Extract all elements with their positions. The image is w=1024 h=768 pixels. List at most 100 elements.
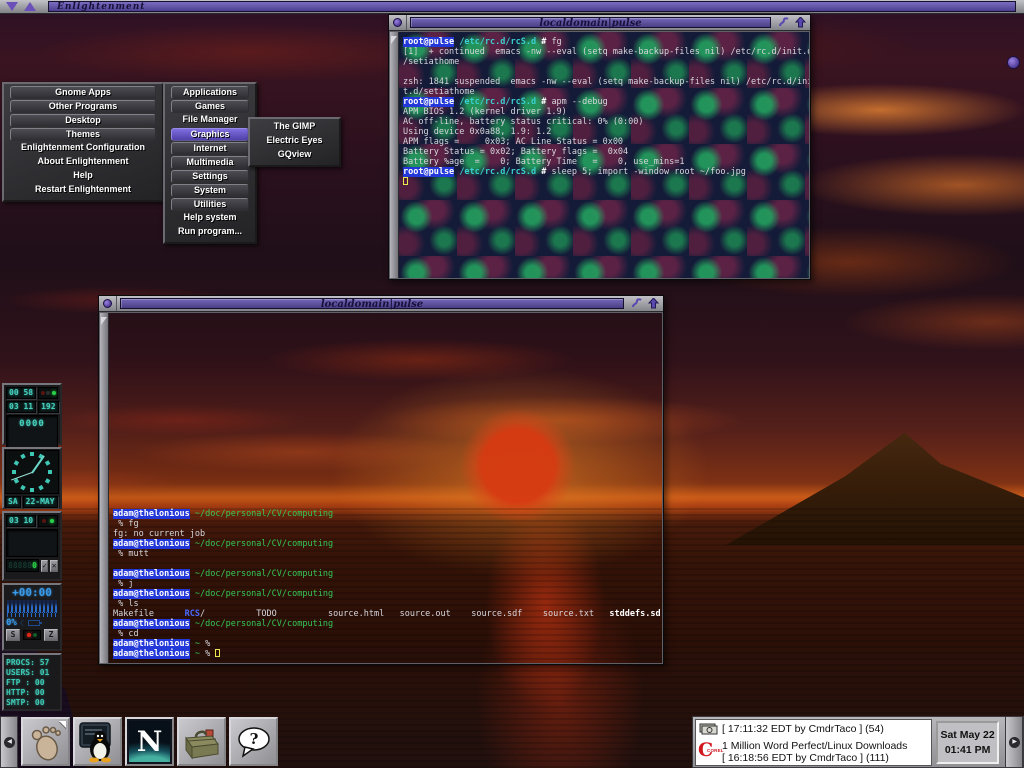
power-leds bbox=[23, 630, 41, 640]
net-stats-epplet[interactable]: PROCS: 57 USERS: 01 FTP : 00 HTTP: 00 SM… bbox=[2, 653, 62, 711]
menu-item-settings[interactable]: Settings bbox=[171, 170, 249, 183]
tux-terminal-icon bbox=[78, 721, 118, 763]
stat-smtp: SMTP: 00 bbox=[6, 698, 58, 708]
ticker-headline[interactable]: 1 Million Word Perfect/Linux Downloads bbox=[722, 740, 907, 752]
ticker-headlines[interactable]: [ 17:11:32 EDT by CmdrTaco ] (54) CCOREL… bbox=[695, 719, 932, 766]
terminal2-content[interactable]: adam@thelonious ~/doc/personal/CV/comput… bbox=[109, 313, 662, 663]
window-options-icon[interactable] bbox=[631, 298, 643, 309]
menu-item-utilities[interactable]: Utilities bbox=[171, 198, 249, 211]
mail-checker-epplet[interactable]: 03 10 888880 ✓ ✕ bbox=[2, 511, 62, 581]
gnome-menu-button[interactable] bbox=[21, 717, 70, 766]
dragbar-raise-icon[interactable] bbox=[24, 2, 36, 11]
power-epplet[interactable]: +00:00 0% ☾ S Z bbox=[2, 583, 62, 651]
ticker-clock-date: Sat May 22 bbox=[938, 728, 997, 743]
power-waveform bbox=[7, 600, 57, 613]
terminal1-content[interactable]: root@pulse /etc/rc.d/rcS.d # fg[1] + con… bbox=[399, 32, 809, 278]
moon-icon: ☾ bbox=[20, 619, 25, 628]
checker-screen bbox=[6, 529, 58, 557]
apps-submenu: Applications Games File Manager Graphics… bbox=[163, 82, 257, 244]
scroll-right-icon[interactable]: ▶ bbox=[1009, 737, 1020, 748]
money-icon bbox=[699, 723, 718, 735]
stat-http: HTTP: 00 bbox=[6, 688, 58, 698]
terminal2-left-border[interactable] bbox=[100, 313, 109, 663]
desktop-dragbar[interactable]: Enlightenment bbox=[0, 0, 1024, 14]
ticker-clock: Sat May 22 01:41 PM bbox=[936, 721, 999, 764]
terminal2-title[interactable]: localdomain|pulse bbox=[120, 298, 624, 309]
window-options-icon[interactable] bbox=[778, 17, 790, 28]
wallpaper-mountain bbox=[726, 420, 1024, 545]
menu-item-electric-eyes[interactable]: Electric Eyes bbox=[252, 135, 337, 148]
terminal1-corner-button[interactable] bbox=[389, 15, 407, 30]
menu-item-help-system[interactable]: Help system bbox=[167, 212, 253, 225]
window-menu-icon bbox=[103, 299, 112, 308]
ticker-timestamp-1[interactable]: [ 17:11:32 EDT by CmdrTaco ] (54) bbox=[722, 723, 884, 735]
terminal-window-adam: localdomain|pulse adam@thelonious ~/doc/… bbox=[98, 295, 664, 665]
menu-item-multimedia[interactable]: Multimedia bbox=[171, 156, 249, 169]
graphics-submenu: The GIMP Electric Eyes GQview bbox=[248, 117, 341, 167]
terminal1-titlebar[interactable]: localdomain|pulse bbox=[389, 15, 810, 31]
menu-item-gqview[interactable]: GQview bbox=[252, 149, 337, 162]
menu-item-about-enlightenment[interactable]: About Enlightenment bbox=[6, 156, 160, 169]
monitor-leds bbox=[38, 387, 58, 399]
menu-item-gnome-apps[interactable]: Gnome Apps bbox=[10, 86, 156, 99]
checker-leds bbox=[38, 515, 58, 527]
menu-item-graphics[interactable]: Graphics bbox=[171, 128, 249, 141]
toolbox-icon bbox=[182, 724, 222, 760]
window-shade-icon[interactable] bbox=[795, 17, 806, 28]
monitor-readout: 0000 bbox=[6, 415, 58, 449]
clock-minute-hand bbox=[31, 455, 45, 473]
terminal2-titlebar[interactable]: localdomain|pulse bbox=[99, 296, 663, 312]
menu-item-run-program[interactable]: Run program... bbox=[167, 226, 253, 239]
ticker-handle[interactable]: ▶ bbox=[1005, 716, 1023, 768]
checker-close-button[interactable]: ✕ bbox=[50, 560, 58, 572]
analog-clock-face bbox=[5, 450, 59, 494]
power-suspend-button[interactable]: S bbox=[6, 629, 20, 641]
menu-item-internet[interactable]: Internet bbox=[171, 142, 249, 155]
terminal2-body: adam@thelonious ~/doc/personal/CV/comput… bbox=[99, 312, 663, 664]
terminal2-corner-button[interactable] bbox=[99, 296, 117, 311]
monitor-value-1: 00 58 bbox=[6, 387, 36, 399]
terminal1-left-border[interactable] bbox=[390, 32, 399, 278]
checker-accept-button[interactable]: ✓ bbox=[41, 560, 49, 572]
menu-item-the-gimp[interactable]: The GIMP bbox=[252, 121, 337, 134]
clock-epplet[interactable]: SA 22-MAY bbox=[2, 447, 62, 509]
terminal1-title[interactable]: localdomain|pulse bbox=[410, 17, 771, 28]
monitor-value-3: 192 bbox=[38, 401, 58, 413]
gnome-foot-icon bbox=[29, 723, 63, 761]
menu-item-system[interactable]: System bbox=[171, 184, 249, 197]
iconbar-handle[interactable]: ◀ bbox=[0, 716, 18, 768]
toolbox-button[interactable] bbox=[177, 717, 226, 766]
corel-icon: CCOREL bbox=[698, 739, 720, 763]
gnome-popup-indicator-icon bbox=[59, 721, 66, 728]
window-shade-icon[interactable] bbox=[648, 298, 659, 309]
menu-item-restart-enlightenment[interactable]: Restart Enlightenment bbox=[6, 184, 160, 197]
power-sleep-button[interactable]: Z bbox=[44, 629, 58, 641]
svg-text:?: ? bbox=[249, 730, 258, 748]
menu-item-other-programs[interactable]: Other Programs bbox=[10, 100, 156, 113]
menu-item-themes[interactable]: Themes bbox=[10, 128, 156, 141]
menu-item-applications[interactable]: Applications bbox=[171, 86, 249, 99]
resize-corner-icon bbox=[391, 36, 397, 44]
terminal-launcher-button[interactable] bbox=[73, 717, 122, 766]
terminal-window-root: localdomain|pulse root@pulse /etc/rc.d/r… bbox=[388, 14, 811, 280]
menu-item-enlightenment-configuration[interactable]: Enlightenment Configuration bbox=[6, 142, 160, 155]
netscape-icon: N bbox=[137, 725, 163, 758]
resize-corner-icon bbox=[101, 317, 107, 325]
ticker-clock-time: 01:41 PM bbox=[938, 743, 997, 758]
menu-item-games[interactable]: Games bbox=[171, 100, 249, 113]
help-button[interactable]: ? bbox=[229, 717, 278, 766]
scroll-left-icon[interactable]: ◀ bbox=[4, 737, 15, 748]
root-menu: Gnome Apps Other Programs Desktop Themes… bbox=[2, 82, 164, 202]
clock-day: SA bbox=[5, 496, 21, 508]
checker-value: 03 10 bbox=[6, 515, 36, 527]
checker-counter: 888880 bbox=[6, 559, 39, 572]
menu-item-desktop[interactable]: Desktop bbox=[10, 114, 156, 127]
dragbar-lower-icon[interactable] bbox=[6, 2, 18, 11]
power-time: +00:00 bbox=[6, 587, 58, 599]
net-monitor-epplet[interactable]: 00 58 03 11 192 0000 bbox=[2, 383, 62, 445]
ticker-timestamp-2[interactable]: [ 16:18:56 EDT by CmdrTaco ] (111) bbox=[722, 752, 889, 764]
netscape-button[interactable]: N bbox=[125, 717, 174, 766]
desktop-corner-button[interactable] bbox=[1007, 56, 1020, 69]
menu-item-help[interactable]: Help bbox=[6, 170, 160, 183]
menu-item-file-manager[interactable]: File Manager bbox=[167, 114, 253, 127]
